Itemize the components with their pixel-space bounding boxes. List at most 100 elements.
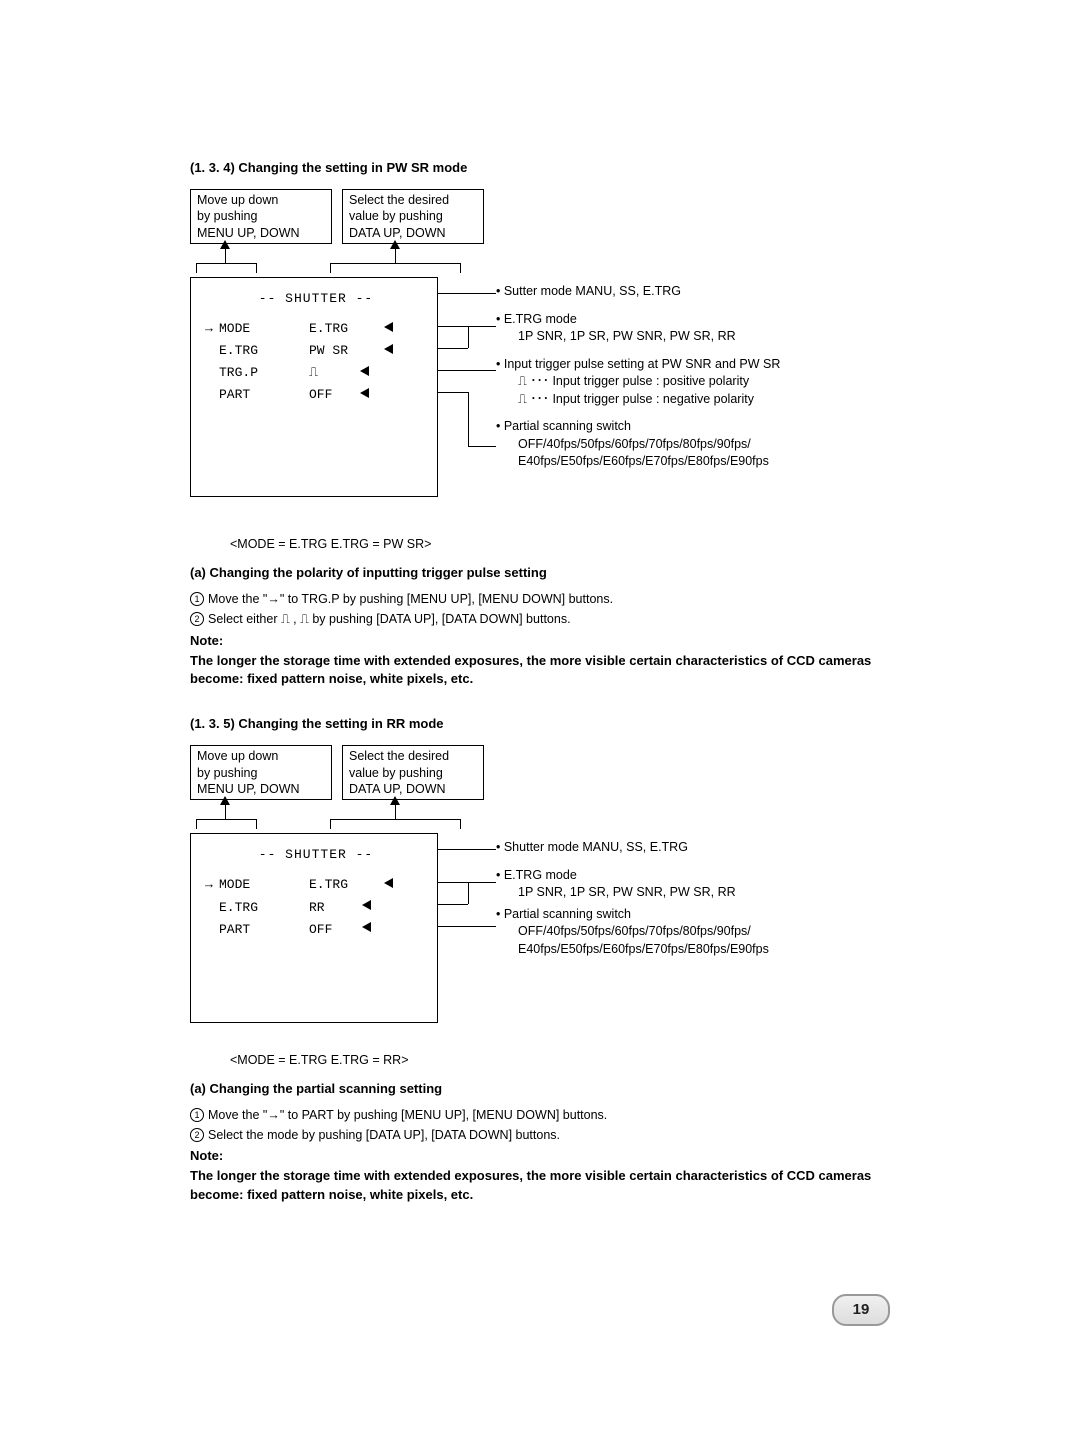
connector — [438, 293, 496, 294]
osd-label: E.TRG — [219, 340, 309, 362]
osd-row-trgp: TRG.P ⎍ — [205, 362, 427, 384]
diagram-caption-134: <MODE = E.TRG E.TRG = PW SR> — [230, 537, 890, 551]
annotation-part-options-1: OFF/40fps/50fps/60fps/70fps/80fps/90fps/ — [496, 923, 896, 941]
page-number: 19 — [832, 1294, 890, 1326]
osd-label: PART — [219, 384, 309, 406]
connector — [438, 326, 496, 327]
arrow-up-icon — [390, 796, 400, 805]
annotation-shutter-mode: • Shutter mode MANU, SS, E.TRG — [496, 839, 896, 857]
connector — [196, 819, 197, 829]
hint-line: Select the desired — [349, 192, 477, 208]
hint-line: MENU UP, DOWN — [197, 225, 325, 241]
connector — [196, 263, 197, 273]
hint-line: Move up down — [197, 748, 325, 764]
arrow-left-icon — [384, 344, 393, 354]
annotation-trgp: • Input trigger pulse setting at PW SNR … — [496, 356, 896, 374]
osd-value: ⎍ — [309, 362, 318, 384]
arrow-left-icon — [384, 878, 393, 888]
arrow-left-icon — [384, 322, 393, 332]
annotation-part: • Partial scanning switch — [496, 418, 896, 436]
hint-line: Select the desired — [349, 748, 477, 764]
osd-label: MODE — [219, 318, 309, 340]
annotation-etrg-mode: • E.TRG mode — [496, 867, 896, 885]
osd-screen: -- SHUTTER -- → MODE E.TRG E.TRG RR PART… — [190, 833, 438, 1023]
osd-row-etrg: E.TRG PW SR — [205, 340, 427, 362]
osd-value: OFF — [309, 919, 332, 941]
note-text: The longer the storage time with extende… — [190, 652, 890, 688]
section-heading-134: (1. 3. 4) Changing the setting in PW SR … — [190, 160, 890, 175]
connector — [196, 263, 256, 264]
osd-title: -- SHUTTER -- — [205, 844, 427, 866]
step-line: 2 Select the mode by pushing [DATA UP], [… — [190, 1128, 890, 1142]
connector — [256, 819, 257, 829]
hint-line: DATA UP, DOWN — [349, 225, 477, 241]
step-number-icon: 1 — [190, 1108, 204, 1122]
arrow-left-icon — [360, 366, 369, 376]
annotation-trgp-pos: ⎍ ･･･ Input trigger pulse : positive pol… — [496, 373, 896, 391]
cursor-arrow-icon: → — [205, 874, 219, 896]
connector — [468, 882, 469, 904]
subheading-134a: (a) Changing the polarity of inputting t… — [190, 565, 890, 580]
step-line: 2Select either ⎍ , ⎍ by pushing [DATA UP… — [190, 612, 890, 627]
annotation-part-options-1: OFF/40fps/50fps/60fps/70fps/80fps/90fps/ — [496, 436, 896, 454]
connector — [438, 348, 468, 349]
diagram-caption-135: <MODE = E.TRG E.TRG = RR> — [230, 1053, 890, 1067]
step-line: 1Move the "→" to TRG.P by pushing [MENU … — [190, 592, 890, 606]
connector — [330, 263, 460, 264]
osd-row-part: PART OFF — [205, 384, 427, 406]
connector — [225, 805, 226, 819]
annotation-etrg-mode: • E.TRG mode — [496, 311, 896, 329]
osd-value: OFF — [309, 384, 332, 406]
cursor-arrow-icon: → — [205, 318, 219, 340]
osd-row-etrg: E.TRG RR — [205, 897, 427, 919]
connector — [395, 805, 396, 819]
connector — [438, 882, 496, 883]
connector — [468, 392, 469, 446]
section-heading-135: (1. 3. 5) Changing the setting in RR mod… — [190, 716, 890, 731]
arrow-left-icon — [362, 922, 371, 932]
step-text: Select either ⎍ , ⎍ by pushing [DATA UP]… — [208, 612, 571, 626]
connector — [330, 263, 331, 273]
annotation-etrg-options: 1P SNR, 1P SR, PW SNR, PW SR, RR — [496, 884, 896, 902]
step-text: Select the mode by pushing [DATA UP], [D… — [208, 1128, 560, 1142]
connector — [438, 904, 468, 905]
arrow-left-icon — [360, 388, 369, 398]
osd-value: E.TRG — [309, 318, 348, 340]
osd-row-mode: → MODE E.TRG — [205, 874, 427, 896]
document-page: (1. 3. 4) Changing the setting in PW SR … — [0, 0, 1080, 1436]
hint-line: Move up down — [197, 192, 325, 208]
osd-row-mode: → MODE E.TRG — [205, 318, 427, 340]
hint-line: by pushing — [197, 208, 325, 224]
osd-value: PW SR — [309, 340, 348, 362]
connector — [225, 249, 226, 263]
step-number-icon: 2 — [190, 1128, 204, 1142]
osd-label: E.TRG — [219, 897, 309, 919]
arrow-up-icon — [220, 796, 230, 805]
annotation-etrg-options: 1P SNR, 1P SR, PW SNR, PW SR, RR — [496, 328, 896, 346]
connector — [256, 263, 257, 273]
step-text: Move the "→" to TRG.P by pushing [MENU U… — [208, 592, 613, 606]
osd-label: TRG.P — [219, 362, 309, 384]
hint-box-menu: Move up down by pushing MENU UP, DOWN — [190, 745, 332, 800]
annotation-shutter-mode: • Sutter mode MANU, SS, E.TRG — [496, 283, 896, 301]
osd-title: -- SHUTTER -- — [205, 288, 427, 310]
connector — [395, 249, 396, 263]
hint-line: value by pushing — [349, 765, 477, 781]
osd-screen: -- SHUTTER -- → MODE E.TRG E.TRG PW SR T… — [190, 277, 438, 497]
note-label: Note: — [190, 1148, 890, 1163]
note-label: Note: — [190, 633, 890, 648]
arrow-up-icon — [390, 240, 400, 249]
connector — [438, 849, 496, 850]
connector — [468, 326, 469, 348]
subheading-135a: (a) Changing the partial scanning settin… — [190, 1081, 890, 1096]
osd-row-part: PART OFF — [205, 919, 427, 941]
osd-value: RR — [309, 897, 325, 919]
hint-line: by pushing — [197, 765, 325, 781]
hint-line: MENU UP, DOWN — [197, 781, 325, 797]
connector — [330, 819, 331, 829]
arrow-up-icon — [220, 240, 230, 249]
annotation-trgp-neg: ⎍ ･･･ Input trigger pulse : negative pol… — [496, 391, 896, 409]
annotation-part: • Partial scanning switch — [496, 906, 896, 924]
connector — [330, 819, 460, 820]
connector — [196, 819, 256, 820]
